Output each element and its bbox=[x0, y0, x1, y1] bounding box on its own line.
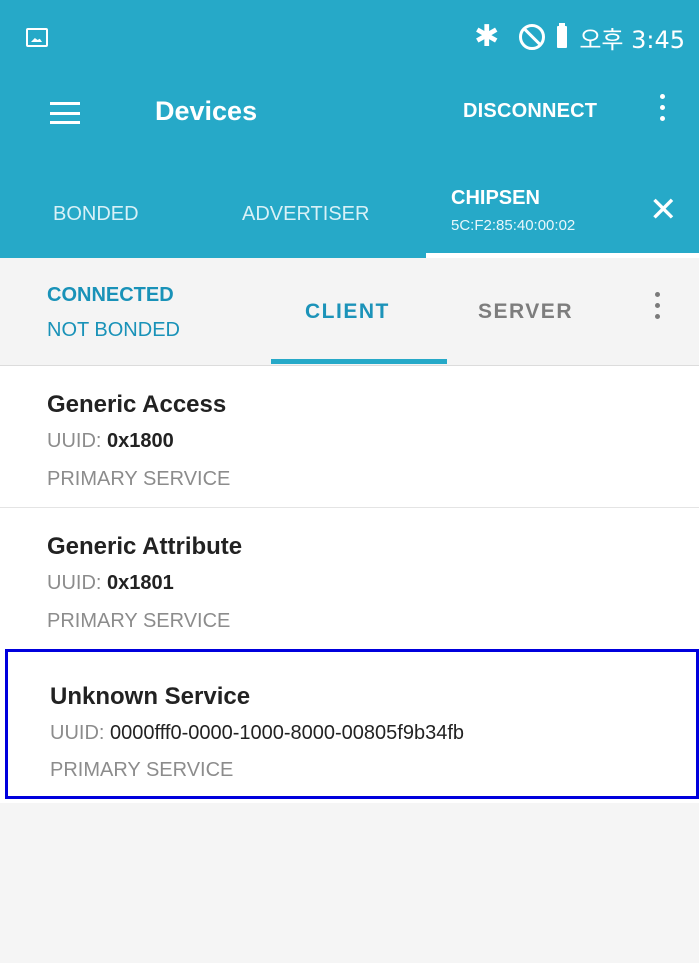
service-uuid-row: UUID: 0x1801 bbox=[47, 572, 174, 595]
service-item-highlighted[interactable]: Unknown Service UUID: 0000fff0-0000-1000… bbox=[5, 649, 699, 799]
gallery-notification-icon bbox=[26, 28, 48, 47]
tab-device-name[interactable]: CHIPSEN bbox=[451, 187, 540, 210]
service-uuid-row: UUID: 0000fff0-0000-1000-8000-00805f9b34… bbox=[50, 722, 464, 745]
tab-client[interactable]: CLIENT bbox=[305, 300, 390, 324]
service-item[interactable]: Generic Attribute UUID: 0x1801 PRIMARY S… bbox=[0, 508, 699, 648]
status-bar: ✱ 오후 3:45 bbox=[0, 0, 699, 72]
tab-bonded[interactable]: BONDED bbox=[53, 203, 139, 226]
uuid-value: 0x1800 bbox=[107, 430, 174, 452]
disconnect-button[interactable]: DISCONNECT bbox=[463, 100, 597, 123]
service-type: PRIMARY SERVICE bbox=[50, 759, 234, 781]
uuid-label: UUID: bbox=[50, 722, 110, 744]
service-type: PRIMARY SERVICE bbox=[47, 468, 231, 490]
bluetooth-icon: ✱ bbox=[474, 19, 500, 54]
service-name: Unknown Service bbox=[50, 683, 251, 710]
app-bar: Devices DISCONNECT bbox=[0, 72, 699, 160]
bond-state: NOT BONDED bbox=[47, 319, 180, 341]
service-list: Generic Access UUID: 0x1800 PRIMARY SERV… bbox=[0, 366, 699, 803]
more-vert-icon[interactable] bbox=[657, 94, 667, 132]
client-tab-indicator bbox=[271, 359, 447, 364]
connection-state: CONNECTED bbox=[47, 284, 174, 306]
tab-device-address[interactable]: 5C:F2:85:40:00:02 bbox=[451, 217, 575, 234]
close-icon[interactable]: ✕ bbox=[649, 193, 678, 227]
service-name: Generic Attribute bbox=[47, 533, 243, 560]
hamburger-icon[interactable] bbox=[50, 102, 80, 124]
page-title: Devices bbox=[155, 96, 258, 126]
tab-advertiser[interactable]: ADVERTISER bbox=[242, 203, 369, 226]
uuid-label: UUID: bbox=[47, 430, 107, 452]
device-tab-bar: BONDED ADVERTISER CHIPSEN 5C:F2:85:40:00… bbox=[0, 160, 699, 258]
do-not-disturb-icon bbox=[519, 24, 546, 50]
service-uuid-row: UUID: 0x1800 bbox=[47, 430, 174, 453]
uuid-value: 0000fff0-0000-1000-8000-00805f9b34fb bbox=[110, 722, 465, 744]
more-vert-icon[interactable] bbox=[652, 292, 662, 330]
service-type: PRIMARY SERVICE bbox=[47, 610, 231, 632]
service-item[interactable]: Generic Access UUID: 0x1800 PRIMARY SERV… bbox=[0, 366, 699, 506]
status-time: 오후 3:45 bbox=[579, 25, 685, 54]
status-bar-right: ✱ 오후 3:45 bbox=[474, 18, 685, 56]
connection-bar: CONNECTED NOT BONDED CLIENT SERVER bbox=[0, 258, 699, 366]
battery-icon bbox=[557, 23, 568, 48]
uuid-value: 0x1801 bbox=[107, 572, 174, 594]
tab-server[interactable]: SERVER bbox=[478, 300, 573, 324]
uuid-label: UUID: bbox=[47, 572, 107, 594]
service-name: Generic Access bbox=[47, 391, 227, 418]
